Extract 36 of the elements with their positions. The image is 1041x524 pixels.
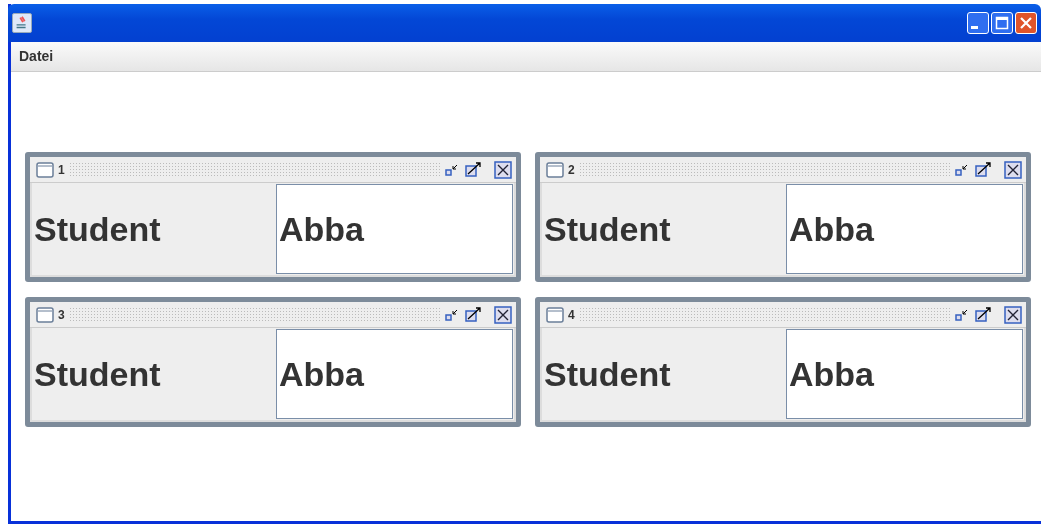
maximize-icon [995, 16, 1009, 30]
maximize-icon[interactable] [464, 306, 482, 323]
close-button[interactable] [1015, 12, 1037, 34]
frame-title: 3 [58, 306, 65, 324]
iconify-icon[interactable] [444, 162, 460, 177]
window-icon [36, 161, 54, 178]
frame-title: 4 [568, 306, 575, 324]
maximize-icon[interactable] [464, 161, 482, 178]
window-icon [546, 306, 564, 323]
field-label: Student [33, 208, 162, 250]
frame-title: 1 [58, 161, 65, 179]
field-label: Student [33, 353, 162, 395]
frame-title: 2 [568, 161, 575, 179]
maximize-icon[interactable] [974, 161, 992, 178]
input-field[interactable]: Abba [786, 329, 1023, 419]
minimize-icon [970, 25, 978, 29]
input-field[interactable]: Abba [786, 184, 1023, 274]
input-field[interactable]: Abba [276, 329, 513, 419]
menu-item[interactable]: Datei [19, 46, 54, 67]
close-icon[interactable] [1004, 305, 1022, 324]
close-icon[interactable] [494, 305, 512, 324]
iconify-icon[interactable] [444, 307, 460, 322]
close-icon [1019, 16, 1033, 30]
close-icon[interactable] [1004, 160, 1022, 179]
app-icon [12, 13, 32, 33]
window-icon [36, 306, 54, 323]
minimize-button[interactable] [967, 12, 989, 34]
iconify-icon[interactable] [954, 162, 970, 177]
window-icon [546, 161, 564, 178]
input-field[interactable]: Abba [276, 184, 513, 274]
field-label: Student [543, 353, 672, 395]
maximize-icon[interactable] [974, 306, 992, 323]
field-label: Student [543, 208, 672, 250]
maximize-button[interactable] [991, 12, 1013, 34]
close-icon[interactable] [494, 160, 512, 179]
iconify-icon[interactable] [954, 307, 970, 322]
